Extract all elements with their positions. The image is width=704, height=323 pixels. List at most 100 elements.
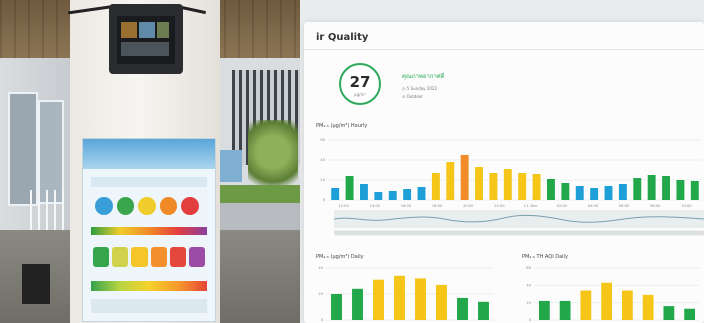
bar[interactable]	[604, 186, 613, 200]
bar[interactable]	[663, 306, 675, 320]
x-tick-label: 02:00	[557, 204, 568, 208]
daily-aqi-chart-label: PM₂.₅ TH AQI Daily	[522, 254, 568, 260]
bar[interactable]	[532, 174, 541, 200]
bar[interactable]	[559, 300, 571, 320]
bar[interactable]	[374, 192, 383, 200]
x-tick-label: 10:00	[681, 204, 692, 208]
x-tick-label: 18:00	[432, 204, 443, 208]
aqi-unit: µg/m³	[354, 92, 366, 97]
bar[interactable]	[431, 173, 440, 200]
x-tick-label: 20:00	[463, 204, 474, 208]
bar[interactable]	[331, 188, 340, 200]
bar[interactable]	[503, 169, 512, 200]
y-tick-label: 20	[320, 178, 325, 182]
navigator-scrollbar[interactable]	[334, 230, 704, 236]
aqi-value: 27	[349, 73, 371, 91]
y-tick-label: 40	[526, 284, 531, 288]
poster-color-scale	[91, 227, 207, 235]
bar[interactable]	[580, 290, 592, 320]
bar[interactable]	[457, 297, 468, 320]
bar[interactable]	[436, 284, 447, 320]
bar[interactable]	[621, 290, 633, 320]
status-text: คุณภาพอากาศดี	[402, 73, 445, 80]
x-tick-label: 14:00	[370, 204, 381, 208]
bar[interactable]	[352, 288, 363, 320]
y-tick-label: 60	[320, 138, 325, 142]
screen-graphic	[139, 22, 155, 38]
bar[interactable]	[684, 308, 696, 320]
bar[interactable]	[647, 175, 656, 200]
daily-chart-label: PM₂.₅ (µg/m³) Daily	[316, 254, 364, 260]
bar[interactable]	[360, 184, 368, 200]
x-tick-label: 04:00	[588, 204, 599, 208]
y-tick-label: 0	[529, 318, 532, 322]
face-icon	[138, 197, 156, 215]
range-navigator[interactable]	[334, 210, 704, 228]
x-tick-label: 08:00	[650, 204, 661, 208]
air-quality-poster	[82, 138, 216, 322]
poster-band	[91, 177, 207, 187]
timestamp-text: ◷ 5 Sunday 2022	[402, 86, 437, 91]
bar[interactable]	[676, 180, 685, 200]
bar[interactable]	[489, 173, 498, 200]
screen-graphic	[121, 42, 169, 56]
scrollbar-thumb[interactable]	[334, 231, 704, 235]
bar[interactable]	[547, 179, 555, 200]
bar[interactable]	[601, 282, 613, 320]
bar[interactable]	[331, 294, 342, 320]
bar[interactable]	[538, 300, 550, 320]
person-icon	[93, 247, 110, 267]
air-quality-dashboard: ir Quality 27 µg/m³ คุณภาพอากาศดี ◷ 5 Su…	[304, 22, 704, 323]
bar[interactable]	[642, 294, 654, 320]
x-tick-label: 16:00	[401, 204, 412, 208]
x-tick-label: 11. Dec	[524, 204, 538, 208]
y-tick-label: 40	[318, 266, 323, 270]
face-icon	[116, 197, 135, 215]
y-tick-label: 20	[526, 301, 531, 305]
bar[interactable]	[460, 155, 469, 200]
face-icon	[181, 197, 199, 215]
bar[interactable]	[518, 173, 527, 200]
bar[interactable]	[478, 301, 489, 320]
face-icon	[95, 197, 113, 215]
bar[interactable]	[446, 162, 455, 200]
installation-photo	[0, 0, 300, 323]
bar[interactable]	[388, 191, 397, 200]
screen-graphic	[121, 22, 137, 38]
aqi-gauge: 27 µg/m³	[339, 63, 381, 105]
bar[interactable]	[394, 275, 405, 320]
person-icon	[131, 247, 148, 267]
poster-footer	[91, 299, 207, 313]
person-icon	[112, 247, 129, 267]
y-tick-label: 40	[320, 158, 325, 162]
bar[interactable]	[561, 183, 570, 200]
window	[8, 92, 38, 206]
x-tick-label: 22:00	[494, 204, 505, 208]
poster-faces-row	[95, 197, 199, 215]
poster-color-scale	[91, 281, 207, 291]
y-tick-label: 0	[321, 318, 324, 322]
bar[interactable]	[403, 189, 412, 200]
bar[interactable]	[633, 178, 642, 200]
location-text: ⊙ Outdoor	[402, 94, 423, 99]
bar[interactable]	[345, 176, 354, 200]
screen-graphic	[157, 22, 169, 38]
bar[interactable]	[373, 279, 384, 320]
poster-header	[83, 139, 215, 169]
y-tick-label: 60	[526, 266, 531, 270]
bar[interactable]	[415, 278, 426, 320]
face-icon	[159, 197, 178, 215]
bar[interactable]	[417, 187, 426, 200]
hourly-chart-svg: 60 40 20 0 12:00 14:00 16:00 18:00 20:00 22:00 11.…	[320, 138, 702, 208]
daily-aqi-chart: 60 40 20 0	[522, 266, 702, 322]
bar[interactable]	[618, 184, 627, 200]
bar[interactable]	[590, 188, 599, 200]
person-icon	[150, 247, 167, 267]
bar[interactable]	[475, 167, 483, 200]
x-tick-label: 12:00	[338, 204, 349, 208]
person-icon	[188, 247, 206, 267]
bar[interactable]	[662, 176, 670, 200]
window	[38, 100, 64, 204]
bar[interactable]	[575, 186, 584, 200]
bar[interactable]	[690, 181, 699, 200]
